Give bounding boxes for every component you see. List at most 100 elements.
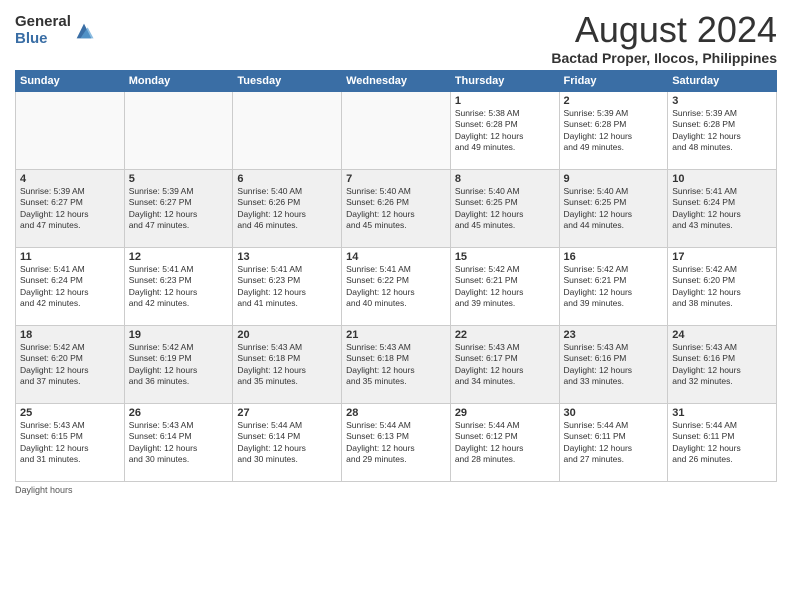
day-info: Sunrise: 5:39 AM Sunset: 6:27 PM Dayligh… — [129, 186, 198, 230]
header-monday: Monday — [124, 70, 233, 91]
day-number: 29 — [455, 407, 555, 419]
day-info: Sunrise: 5:42 AM Sunset: 6:21 PM Dayligh… — [455, 264, 524, 308]
table-row: 6Sunrise: 5:40 AM Sunset: 6:26 PM Daylig… — [233, 169, 342, 247]
table-row: 26Sunrise: 5:43 AM Sunset: 6:14 PM Dayli… — [124, 403, 233, 481]
day-number: 31 — [672, 407, 772, 419]
day-number: 17 — [672, 251, 772, 263]
day-info: Sunrise: 5:43 AM Sunset: 6:15 PM Dayligh… — [20, 420, 89, 464]
day-number: 11 — [20, 251, 120, 263]
day-info: Sunrise: 5:43 AM Sunset: 6:18 PM Dayligh… — [346, 342, 415, 386]
day-info: Sunrise: 5:43 AM Sunset: 6:14 PM Dayligh… — [129, 420, 198, 464]
logo-icon — [73, 20, 95, 42]
table-row: 8Sunrise: 5:40 AM Sunset: 6:25 PM Daylig… — [450, 169, 559, 247]
day-number: 7 — [346, 173, 446, 185]
table-row: 29Sunrise: 5:44 AM Sunset: 6:12 PM Dayli… — [450, 403, 559, 481]
day-info: Sunrise: 5:41 AM Sunset: 6:24 PM Dayligh… — [672, 186, 741, 230]
day-number: 10 — [672, 173, 772, 185]
day-info: Sunrise: 5:41 AM Sunset: 6:23 PM Dayligh… — [237, 264, 306, 308]
table-row: 2Sunrise: 5:39 AM Sunset: 6:28 PM Daylig… — [559, 91, 668, 169]
table-row: 1Sunrise: 5:38 AM Sunset: 6:28 PM Daylig… — [450, 91, 559, 169]
day-number: 6 — [237, 173, 337, 185]
day-number: 13 — [237, 251, 337, 263]
day-number: 8 — [455, 173, 555, 185]
day-info: Sunrise: 5:43 AM Sunset: 6:17 PM Dayligh… — [455, 342, 524, 386]
day-info: Sunrise: 5:39 AM Sunset: 6:27 PM Dayligh… — [20, 186, 89, 230]
day-number: 1 — [455, 95, 555, 107]
calendar-week-0: 1Sunrise: 5:38 AM Sunset: 6:28 PM Daylig… — [16, 91, 777, 169]
day-number: 15 — [455, 251, 555, 263]
table-row: 30Sunrise: 5:44 AM Sunset: 6:11 PM Dayli… — [559, 403, 668, 481]
table-row: 24Sunrise: 5:43 AM Sunset: 6:16 PM Dayli… — [668, 325, 777, 403]
title-block: August 2024 Bactad Proper, Ilocos, Phili… — [551, 10, 777, 66]
table-row: 18Sunrise: 5:42 AM Sunset: 6:20 PM Dayli… — [16, 325, 125, 403]
table-row: 17Sunrise: 5:42 AM Sunset: 6:20 PM Dayli… — [668, 247, 777, 325]
day-info: Sunrise: 5:42 AM Sunset: 6:20 PM Dayligh… — [20, 342, 89, 386]
day-number: 26 — [129, 407, 229, 419]
logo-general: General — [15, 14, 71, 31]
table-row: 15Sunrise: 5:42 AM Sunset: 6:21 PM Dayli… — [450, 247, 559, 325]
footer: Daylight hours — [15, 485, 777, 495]
table-row: 9Sunrise: 5:40 AM Sunset: 6:25 PM Daylig… — [559, 169, 668, 247]
table-row: 7Sunrise: 5:40 AM Sunset: 6:26 PM Daylig… — [342, 169, 451, 247]
day-info: Sunrise: 5:38 AM Sunset: 6:28 PM Dayligh… — [455, 108, 524, 152]
table-row: 22Sunrise: 5:43 AM Sunset: 6:17 PM Dayli… — [450, 325, 559, 403]
day-info: Sunrise: 5:43 AM Sunset: 6:16 PM Dayligh… — [564, 342, 633, 386]
day-info: Sunrise: 5:41 AM Sunset: 6:24 PM Dayligh… — [20, 264, 89, 308]
day-info: Sunrise: 5:42 AM Sunset: 6:20 PM Dayligh… — [672, 264, 741, 308]
table-row: 3Sunrise: 5:39 AM Sunset: 6:28 PM Daylig… — [668, 91, 777, 169]
table-row — [342, 91, 451, 169]
day-number: 22 — [455, 329, 555, 341]
day-info: Sunrise: 5:43 AM Sunset: 6:16 PM Dayligh… — [672, 342, 741, 386]
month-title: August 2024 — [551, 10, 777, 50]
table-row: 16Sunrise: 5:42 AM Sunset: 6:21 PM Dayli… — [559, 247, 668, 325]
day-number: 12 — [129, 251, 229, 263]
day-info: Sunrise: 5:42 AM Sunset: 6:21 PM Dayligh… — [564, 264, 633, 308]
day-info: Sunrise: 5:41 AM Sunset: 6:22 PM Dayligh… — [346, 264, 415, 308]
day-info: Sunrise: 5:40 AM Sunset: 6:25 PM Dayligh… — [564, 186, 633, 230]
calendar-table: Sunday Monday Tuesday Wednesday Thursday… — [15, 70, 777, 482]
header-saturday: Saturday — [668, 70, 777, 91]
day-info: Sunrise: 5:39 AM Sunset: 6:28 PM Dayligh… — [564, 108, 633, 152]
table-row: 12Sunrise: 5:41 AM Sunset: 6:23 PM Dayli… — [124, 247, 233, 325]
table-row: 20Sunrise: 5:43 AM Sunset: 6:18 PM Dayli… — [233, 325, 342, 403]
table-row: 10Sunrise: 5:41 AM Sunset: 6:24 PM Dayli… — [668, 169, 777, 247]
day-number: 5 — [129, 173, 229, 185]
table-row: 5Sunrise: 5:39 AM Sunset: 6:27 PM Daylig… — [124, 169, 233, 247]
table-row: 14Sunrise: 5:41 AM Sunset: 6:22 PM Dayli… — [342, 247, 451, 325]
calendar-week-1: 4Sunrise: 5:39 AM Sunset: 6:27 PM Daylig… — [16, 169, 777, 247]
day-info: Sunrise: 5:39 AM Sunset: 6:28 PM Dayligh… — [672, 108, 741, 152]
header-tuesday: Tuesday — [233, 70, 342, 91]
day-number: 28 — [346, 407, 446, 419]
day-number: 14 — [346, 251, 446, 263]
header-sunday: Sunday — [16, 70, 125, 91]
day-info: Sunrise: 5:44 AM Sunset: 6:12 PM Dayligh… — [455, 420, 524, 464]
day-info: Sunrise: 5:43 AM Sunset: 6:18 PM Dayligh… — [237, 342, 306, 386]
table-row: 4Sunrise: 5:39 AM Sunset: 6:27 PM Daylig… — [16, 169, 125, 247]
table-row — [233, 91, 342, 169]
day-info: Sunrise: 5:44 AM Sunset: 6:14 PM Dayligh… — [237, 420, 306, 464]
header-wednesday: Wednesday — [342, 70, 451, 91]
day-info: Sunrise: 5:44 AM Sunset: 6:11 PM Dayligh… — [564, 420, 633, 464]
day-info: Sunrise: 5:44 AM Sunset: 6:11 PM Dayligh… — [672, 420, 741, 464]
location-title: Bactad Proper, Ilocos, Philippines — [551, 50, 777, 66]
day-number: 3 — [672, 95, 772, 107]
day-info: Sunrise: 5:41 AM Sunset: 6:23 PM Dayligh… — [129, 264, 198, 308]
table-row — [124, 91, 233, 169]
header-friday: Friday — [559, 70, 668, 91]
day-number: 24 — [672, 329, 772, 341]
day-number: 18 — [20, 329, 120, 341]
day-number: 20 — [237, 329, 337, 341]
day-number: 9 — [564, 173, 664, 185]
day-number: 21 — [346, 329, 446, 341]
day-number: 4 — [20, 173, 120, 185]
calendar-header-row: Sunday Monday Tuesday Wednesday Thursday… — [16, 70, 777, 91]
day-number: 19 — [129, 329, 229, 341]
day-number: 2 — [564, 95, 664, 107]
header-thursday: Thursday — [450, 70, 559, 91]
day-number: 30 — [564, 407, 664, 419]
day-number: 23 — [564, 329, 664, 341]
logo: General Blue — [15, 14, 95, 47]
table-row: 23Sunrise: 5:43 AM Sunset: 6:16 PM Dayli… — [559, 325, 668, 403]
table-row — [16, 91, 125, 169]
footer-label: Daylight hours — [15, 485, 73, 495]
